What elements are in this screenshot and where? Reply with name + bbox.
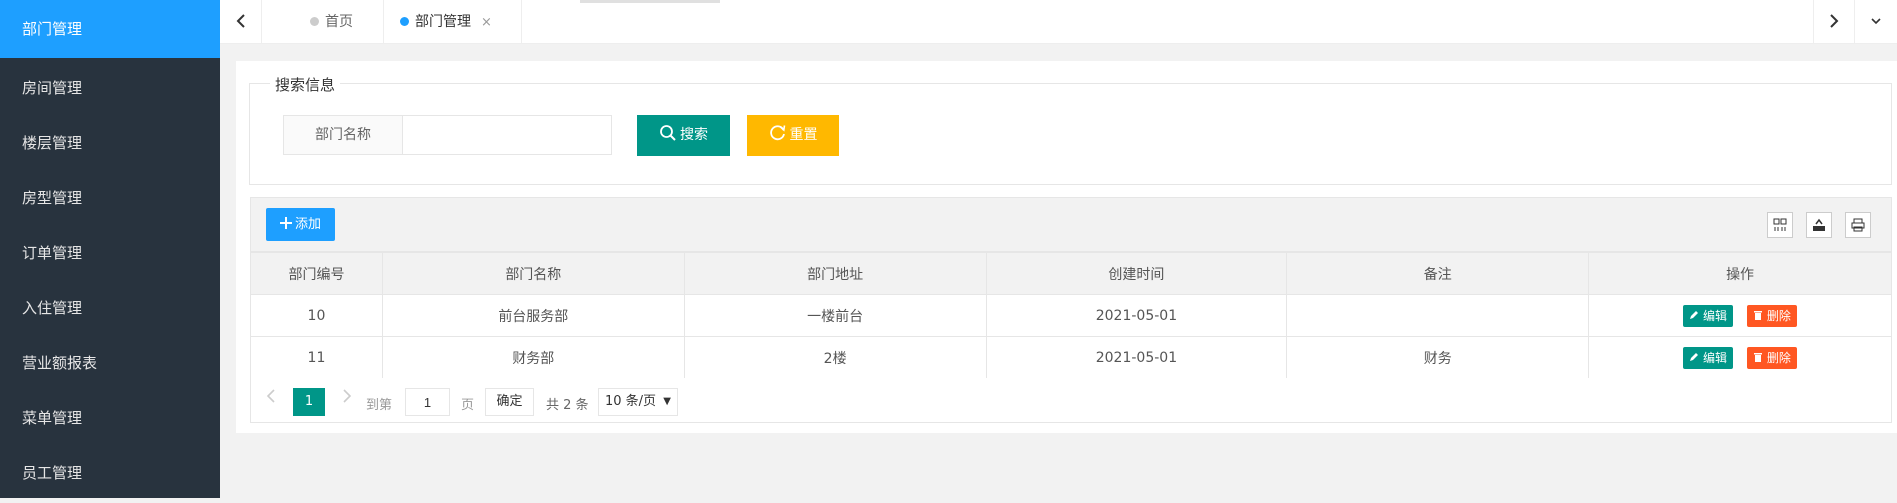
column-header-created: 创建时间 (985, 252, 1288, 295)
cell-created: 2021-05-01 (985, 336, 1288, 379)
goto-suffix-label: 页 (461, 398, 475, 413)
edit-icon (1690, 310, 1699, 319)
column-header-actions: 操作 (1588, 252, 1892, 295)
table-toolbar (250, 197, 1892, 252)
sidebar-item-checkin[interactable]: 入住管理 (0, 278, 220, 333)
department-name-label: 部门名称 (283, 115, 403, 155)
sidebar-item-floor[interactable]: 楼层管理 (0, 113, 220, 168)
tab-department[interactable]: 部门管理 × (384, 0, 522, 44)
cell-remark (1286, 294, 1590, 337)
goto-confirm-button[interactable]: 确定 (485, 388, 534, 416)
delete-button[interactable]: 删除 (1747, 346, 1797, 369)
cell-remark: 财务 (1286, 336, 1590, 379)
sidebar-item-employee[interactable]: 员工管理 (0, 443, 220, 498)
edit-button[interactable]: 编辑 (1683, 346, 1734, 369)
chevron-right-icon[interactable] (1813, 0, 1855, 44)
cell-created: 2021-05-01 (985, 294, 1288, 337)
sidebar-item-room-type[interactable]: 房型管理 (0, 168, 220, 223)
tab-status-dot (310, 16, 319, 26)
table-header-row: 部门编号 部门名称 部门地址 创建时间 备注 操作 (250, 252, 1892, 295)
reset-button-label: 重置 (789, 127, 818, 143)
goto-prefix-label: 到第 (366, 398, 393, 413)
department-table: 部门编号 部门名称 部门地址 创建时间 备注 操作 10 前台服务部 一楼前台 … (250, 252, 1892, 379)
refresh-icon (769, 125, 785, 141)
next-page-icon[interactable] (342, 388, 352, 409)
add-button-label: 添加 (294, 217, 321, 232)
column-header-name: 部门名称 (381, 252, 685, 295)
cell-id: 10 (250, 294, 383, 337)
page-size-select[interactable]: 10 条/页 ▼ (598, 388, 678, 416)
sidebar-item-menu[interactable]: 菜单管理 (0, 388, 220, 443)
sidebar-item-order[interactable]: 订单管理 (0, 223, 220, 278)
delete-button-label: 删除 (1766, 308, 1791, 323)
chevron-down-icon[interactable] (1855, 0, 1897, 44)
search-button[interactable]: 搜索 (637, 115, 730, 156)
column-header-address: 部门地址 (683, 252, 987, 295)
tab-label: 首页 (325, 14, 353, 30)
sidebar: 部门管理 房间管理 楼层管理 房型管理 订单管理 入住管理 营业额报表 菜单管理… (0, 0, 220, 498)
delete-button-label: 删除 (1766, 350, 1791, 365)
cell-actions: 编辑 删除 (1588, 294, 1892, 337)
columns-icon[interactable] (1767, 212, 1793, 238)
print-icon[interactable] (1845, 212, 1871, 238)
chevron-down-icon: ▼ (663, 396, 671, 407)
search-icon (660, 125, 676, 141)
cell-name: 前台服务部 (381, 294, 685, 337)
department-name-input[interactable] (402, 115, 612, 155)
total-count-label: 共 2 条 (546, 398, 589, 413)
tab-label: 部门管理 (415, 14, 471, 30)
sidebar-item-revenue-report[interactable]: 营业额报表 (0, 333, 220, 388)
cell-name: 财务部 (381, 336, 685, 379)
cell-address: 2楼 (683, 336, 987, 379)
close-icon[interactable]: × (481, 15, 492, 30)
edit-button[interactable]: 编辑 (1683, 304, 1734, 327)
delete-button[interactable]: 删除 (1747, 304, 1797, 327)
chevron-left-icon[interactable] (220, 0, 262, 44)
cell-actions: 编辑 删除 (1588, 336, 1892, 379)
delete-icon (1754, 352, 1763, 362)
edit-button-label: 编辑 (1703, 350, 1728, 365)
export-icon[interactable] (1806, 212, 1832, 238)
add-button[interactable]: 添加 (266, 208, 335, 241)
column-header-id: 部门编号 (250, 252, 383, 295)
tab-bar: 首页 部门管理 × (220, 0, 1897, 44)
goto-page-input[interactable] (405, 388, 450, 416)
cell-address: 一楼前台 (683, 294, 987, 337)
search-legend: 搜索信息 (270, 74, 341, 95)
current-page-button[interactable]: 1 (293, 388, 325, 416)
cell-id: 11 (250, 336, 383, 379)
edit-icon (1690, 352, 1699, 361)
delete-icon (1754, 310, 1763, 320)
edit-button-label: 编辑 (1703, 308, 1728, 323)
tab-home[interactable]: 首页 (262, 0, 384, 44)
sidebar-item-room[interactable]: 房间管理 (0, 58, 220, 113)
prev-page-icon[interactable] (266, 388, 276, 409)
page-size-value: 10 条/页 (605, 394, 657, 409)
plus-icon (279, 216, 292, 229)
tab-scroll-indicator (580, 0, 720, 3)
table-row: 10 前台服务部 一楼前台 2021-05-01 编辑 删除 (250, 294, 1892, 337)
reset-button[interactable]: 重置 (747, 115, 839, 156)
search-button-label: 搜索 (680, 127, 708, 143)
table-row: 11 财务部 2楼 2021-05-01 财务 编辑 删除 (250, 336, 1892, 379)
tab-status-dot (400, 16, 409, 26)
column-header-remark: 备注 (1286, 252, 1590, 295)
sidebar-item-department[interactable]: 部门管理 (0, 0, 220, 58)
